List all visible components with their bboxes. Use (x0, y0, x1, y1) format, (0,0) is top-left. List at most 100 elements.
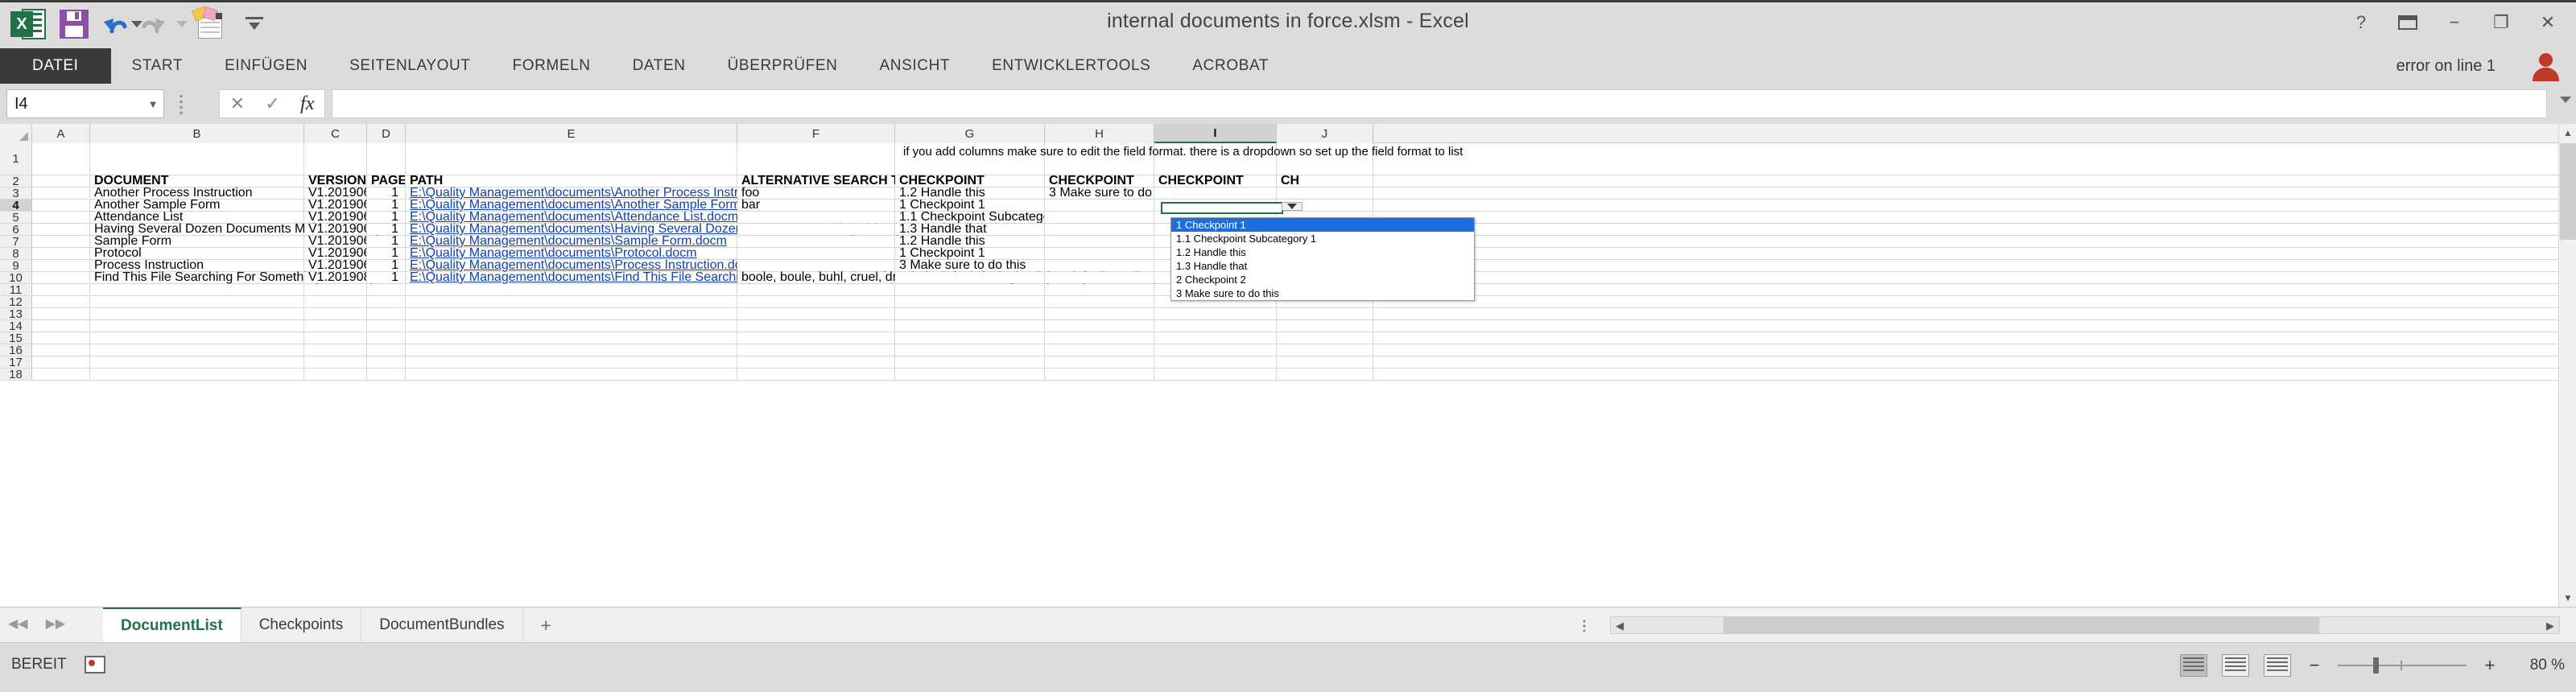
cell-E18[interactable] (406, 369, 737, 380)
cell-I16[interactable] (1154, 344, 1277, 356)
normal-view-button[interactable] (2180, 654, 2207, 677)
ribbon-tab-entwicklertools[interactable]: ENTWICKLERTOOLS (971, 48, 1171, 84)
cell-A13[interactable] (32, 308, 90, 319)
cell-H7[interactable] (1045, 236, 1154, 247)
cell-E9[interactable]: E:\Quality Management\documents\Process … (406, 258, 759, 272)
column-header-D[interactable]: D (367, 124, 406, 143)
cell-F9[interactable] (737, 260, 895, 271)
cell-J17[interactable] (1277, 356, 1373, 368)
first-sheet-button[interactable]: ◀◀ (8, 616, 28, 632)
cell-H5[interactable] (1045, 212, 1154, 223)
cell-B10[interactable]: Find This File Searching For Something T… (90, 270, 423, 284)
cell-C12[interactable] (304, 296, 367, 307)
cell-B2[interactable]: DOCUMENT (90, 174, 304, 187)
cell-A6[interactable] (32, 224, 90, 235)
cell-H16[interactable] (1045, 344, 1154, 356)
cell-E1[interactable] (406, 143, 737, 175)
cell-C9[interactable]: V1.20190615 (304, 260, 367, 271)
ribbon-tab-daten[interactable]: DATEN (612, 48, 707, 84)
dropdown-item[interactable]: 3 Make sure to do this (1171, 286, 1474, 300)
sheet-tab-documentbundles[interactable]: DocumentBundles (361, 608, 523, 643)
cell-E3[interactable]: E:\Quality Management\documents\Another … (406, 186, 811, 200)
column-header-C[interactable]: C (304, 124, 367, 143)
cell-F6[interactable] (737, 224, 895, 235)
cell-D1[interactable] (367, 143, 406, 175)
cell-G16[interactable] (895, 344, 1045, 356)
cell-E4[interactable]: E:\Quality Management\documents\Another … (406, 198, 775, 212)
cell-H18[interactable] (1045, 369, 1154, 380)
cell-G3[interactable]: 1.2 Handle this (895, 187, 1045, 199)
column-header-A[interactable]: A (32, 124, 90, 143)
cell-A15[interactable] (32, 332, 90, 344)
cell-B1[interactable] (90, 143, 304, 175)
cell-H17[interactable] (1045, 356, 1154, 368)
account-label[interactable]: error on line 1 (2396, 48, 2496, 84)
formula-input[interactable] (332, 89, 2547, 118)
cell-G9[interactable]: 3 Make sure to do this (895, 260, 1045, 271)
last-sheet-button[interactable]: ▶▶ (46, 616, 66, 632)
cell-G10[interactable] (895, 272, 1045, 283)
cell-A4[interactable] (32, 200, 90, 211)
cell-G4[interactable]: 1 Checkpoint 1 (895, 200, 1045, 211)
cell-G11[interactable] (895, 284, 1045, 295)
zoom-in-button[interactable]: + (2481, 655, 2499, 676)
ribbon-tab-formeln[interactable]: FORMELN (492, 48, 612, 84)
cell-I2[interactable]: CHECKPOINT (1154, 175, 1277, 187)
cell-D14[interactable] (367, 320, 406, 332)
cell-C3[interactable]: V1.20190615 (304, 187, 367, 199)
cell-B5[interactable]: Attendance List (90, 210, 304, 224)
cell-E13[interactable] (406, 308, 737, 319)
cell-B12[interactable] (90, 296, 304, 307)
cell-A16[interactable] (32, 344, 90, 356)
cell-F15[interactable] (737, 332, 895, 344)
cell-F1[interactable] (737, 143, 895, 175)
cell-C16[interactable] (304, 344, 367, 356)
cell-D6[interactable]: 1 (367, 224, 406, 235)
ribbon-tab-datei[interactable]: DATEI (0, 48, 111, 84)
cell-G15[interactable] (895, 332, 1045, 344)
cell-J14[interactable] (1277, 320, 1373, 332)
cell-G18[interactable] (895, 369, 1045, 380)
vertical-scrollbar[interactable]: ▲ ▼ (2558, 124, 2576, 607)
cell-F18[interactable] (737, 369, 895, 380)
cell-F16[interactable] (737, 344, 895, 356)
cell-H9[interactable] (1045, 260, 1154, 271)
cell-G13[interactable] (895, 308, 1045, 319)
cell-B16[interactable] (90, 344, 304, 356)
cell-D16[interactable] (367, 344, 406, 356)
ribbon-tab-überprüfen[interactable]: ÜBERPRÜFEN (707, 48, 859, 84)
cell-B7[interactable]: Sample Form (90, 234, 304, 248)
horizontal-scrollbar[interactable]: ◀ ▶ (1610, 616, 2560, 634)
cell-D11[interactable] (367, 284, 406, 295)
cell-D5[interactable]: 1 (367, 212, 406, 223)
cell-E2[interactable]: PATH (406, 174, 737, 187)
account-avatar-icon[interactable] (2529, 51, 2565, 82)
active-cell-i4[interactable] (1161, 202, 1302, 214)
dropdown-item[interactable]: 2 Checkpoint 2 (1171, 273, 1474, 286)
cell-A14[interactable] (32, 320, 90, 332)
cell-H13[interactable] (1045, 308, 1154, 319)
scroll-left-button[interactable]: ◀ (1612, 618, 1628, 634)
row-header-18[interactable]: 18 (0, 368, 32, 381)
cell-B14[interactable] (90, 320, 304, 332)
cell-E11[interactable] (406, 284, 737, 295)
cell-F3[interactable]: foo (737, 186, 895, 200)
insert-function-button[interactable]: fx (300, 93, 314, 115)
cell-F2[interactable]: ALTERNATIVE SEARCH TERMS (737, 174, 936, 187)
ribbon-tab-ansicht[interactable]: ANSICHT (859, 48, 972, 84)
scroll-down-button[interactable]: ▼ (2559, 589, 2576, 607)
cell-C5[interactable]: V1.20190615 (304, 212, 367, 223)
cell-J15[interactable] (1277, 332, 1373, 344)
cell-J13[interactable] (1277, 308, 1373, 319)
column-header-B[interactable]: B (90, 124, 304, 143)
cell-E8[interactable]: E:\Quality Management\documents\Protocol… (406, 246, 737, 260)
cell-C13[interactable] (304, 308, 367, 319)
cell-G5[interactable]: 1.1 Checkpoint Subcategory 1 (895, 212, 1045, 223)
cell-D13[interactable] (367, 308, 406, 319)
cell-H15[interactable] (1045, 332, 1154, 344)
horizontal-scroll-thumb[interactable] (1724, 617, 2319, 633)
cell-E16[interactable] (406, 344, 737, 356)
cell-F14[interactable] (737, 320, 895, 332)
cell-C8[interactable]: V1.20190615 (304, 248, 367, 259)
cell-C2[interactable]: VERSION (304, 175, 367, 187)
